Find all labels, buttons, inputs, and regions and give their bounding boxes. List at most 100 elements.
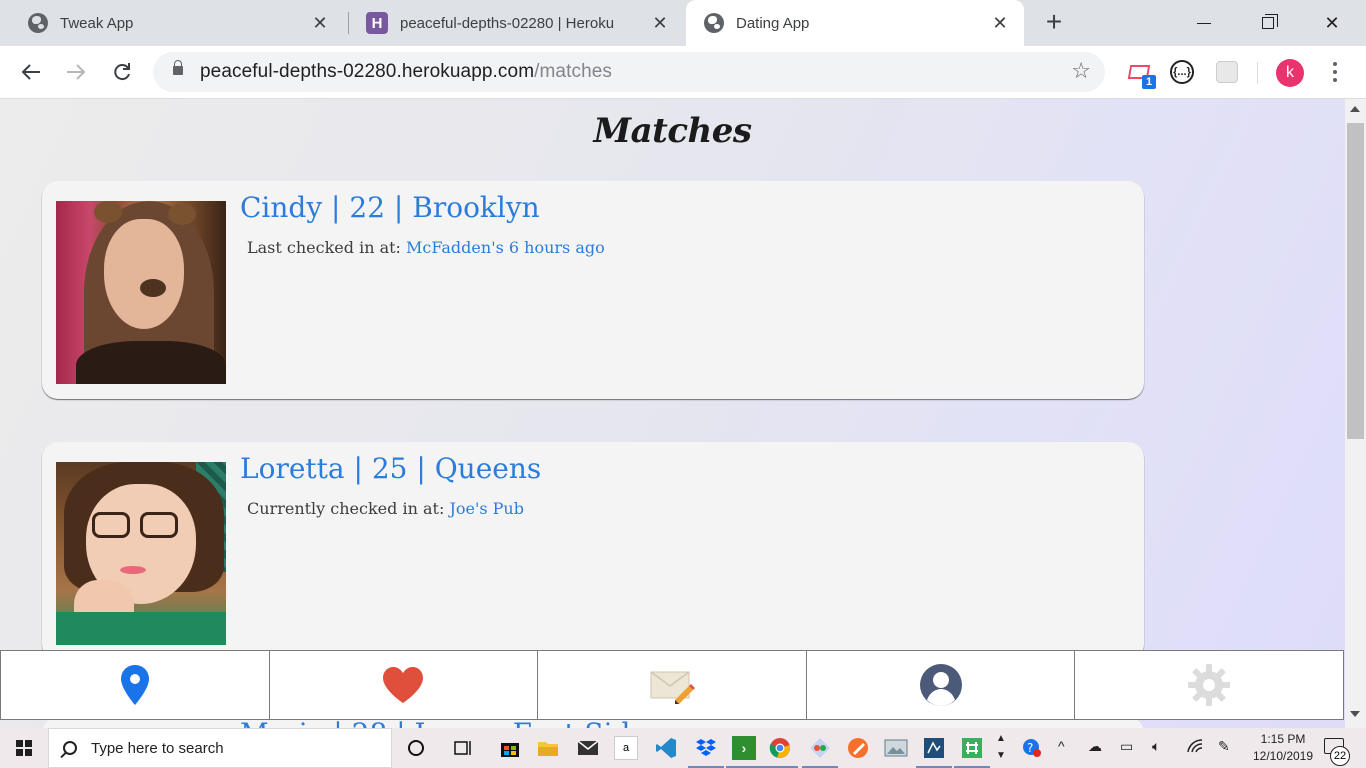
folder-icon	[538, 742, 558, 756]
tab-tweak-app[interactable]: Tweak App ✕	[0, 0, 344, 46]
match-name[interactable]: Cindy | 22 | Brooklyn	[240, 191, 540, 224]
checkin-venue-link[interactable]: McFadden's	[406, 238, 504, 257]
envelope-pencil-icon	[650, 671, 695, 704]
amazon-icon: a	[622, 742, 630, 754]
scrollbar-thumb[interactable]	[1347, 123, 1364, 439]
globe-icon	[704, 13, 724, 33]
close-icon: ✕	[1324, 12, 1340, 33]
bottom-nav	[0, 650, 1344, 720]
taskbar-clock[interactable]: 1:15 PM 12/10/2019	[1248, 731, 1318, 765]
cortana-button[interactable]	[404, 736, 428, 760]
reload-icon	[114, 63, 130, 81]
slack-button[interactable]	[954, 736, 990, 768]
slack-icon	[962, 738, 982, 758]
close-icon[interactable]: ✕	[990, 13, 1010, 33]
wifi-glyph	[1187, 739, 1203, 753]
nav-matches[interactable]	[270, 651, 539, 719]
chrome-menu-button[interactable]	[1324, 60, 1346, 84]
forward-button[interactable]	[62, 58, 90, 86]
nav-messages[interactable]	[538, 651, 807, 719]
close-icon[interactable]: ✕	[310, 13, 330, 33]
back-button[interactable]	[17, 58, 45, 86]
page-scrollbar[interactable]	[1345, 99, 1366, 728]
tab-dating-app[interactable]: Dating App ✕	[686, 0, 1024, 46]
clock-date: 12/10/2019	[1252, 749, 1314, 763]
json-extension-icon: {...}	[1170, 60, 1194, 84]
terminal-button[interactable]: ›	[726, 736, 762, 768]
extension-badge: 1	[1142, 75, 1156, 89]
checkin-venue-link[interactable]: Joe's Pub	[449, 499, 524, 518]
gear-icon	[1188, 664, 1231, 706]
json-extension-button[interactable]: {...}	[1169, 59, 1195, 85]
minimize-icon	[1197, 22, 1211, 24]
tab-heroku[interactable]: H peaceful-depths-02280 | Heroku ✕	[350, 0, 684, 46]
pen-icon[interactable]: ✎	[1218, 738, 1230, 755]
match-card[interactable]: Loretta | 25 | Queens Currently checked …	[42, 442, 1144, 660]
sourcetree-button[interactable]	[802, 736, 838, 768]
help-icon[interactable]: ?	[1022, 738, 1042, 761]
mysql-workbench-button[interactable]	[916, 736, 952, 768]
nav-settings[interactable]	[1075, 651, 1343, 719]
file-explorer-button[interactable]	[536, 736, 560, 760]
tab-title: Dating App	[736, 14, 810, 32]
store-button[interactable]	[498, 736, 522, 760]
vscode-icon	[656, 738, 676, 758]
taskbar-search[interactable]: Type here to search	[48, 728, 392, 768]
profile-avatar[interactable]: k	[1276, 59, 1304, 87]
onedrive-icon[interactable]: ☁	[1088, 738, 1102, 755]
toolbar-separator	[1257, 62, 1258, 84]
close-window-button[interactable]: ✕	[1300, 0, 1364, 46]
match-checkin-status: Currently checked in at: Joe's Pub	[247, 499, 524, 518]
sketch-button[interactable]	[846, 736, 870, 760]
browser-tab-strip: Tweak App ✕ H peaceful-depths-02280 | He…	[0, 0, 1366, 46]
close-icon[interactable]: ✕	[650, 13, 670, 33]
cortana-circle-icon	[408, 740, 424, 756]
new-tab-button[interactable]: +	[1040, 8, 1068, 37]
battery-icon[interactable]: ▭	[1120, 738, 1133, 755]
forward-arrow-icon	[67, 64, 86, 80]
match-name[interactable]: Loretta | 25 | Queens	[240, 452, 541, 485]
restore-button[interactable]	[1236, 0, 1300, 46]
dropbox-icon	[696, 739, 716, 756]
lock-icon	[173, 60, 183, 75]
location-pin-icon	[120, 665, 149, 705]
image-viewer-button[interactable]	[884, 736, 908, 760]
address-bar[interactable]: peaceful-depths-02280.herokuapp.com/matc…	[153, 52, 1105, 92]
vscode-button[interactable]	[654, 736, 678, 760]
match-photo[interactable]	[56, 462, 226, 645]
task-view-icon	[454, 741, 471, 755]
scroll-down-icon[interactable]	[1350, 711, 1360, 717]
show-hidden-icons[interactable]: ^	[1058, 738, 1065, 754]
restore-icon	[1262, 14, 1278, 29]
notification-count: 22	[1330, 746, 1350, 766]
task-view-button[interactable]	[452, 736, 476, 760]
tab-title: Tweak App	[60, 14, 134, 32]
wifi-icon[interactable]	[1186, 738, 1204, 757]
match-checkin-status: Last checked in at: McFadden's 6 hours a…	[247, 238, 605, 257]
bookmark-star-icon[interactable]: ☆	[1071, 58, 1091, 84]
tab-title: peaceful-depths-02280 | Heroku	[400, 14, 615, 32]
checkin-time: 6 hours ago	[503, 238, 605, 257]
volume-icon[interactable]: 🔈︎	[1152, 738, 1160, 755]
git-app-icon	[810, 738, 830, 758]
browser-toolbar: peaceful-depths-02280.herokuapp.com/matc…	[0, 46, 1366, 99]
svg-text:?: ?	[1027, 741, 1033, 755]
dropbox-button[interactable]	[688, 736, 724, 768]
reload-button[interactable]	[108, 58, 136, 86]
extension-icon	[1216, 61, 1238, 83]
nav-profile[interactable]	[807, 651, 1076, 719]
scroll-up-icon[interactable]	[1350, 106, 1360, 112]
gray-extension-button[interactable]	[1214, 59, 1240, 85]
nav-location[interactable]	[1, 651, 270, 719]
minimize-button[interactable]	[1172, 0, 1236, 46]
chrome-button[interactable]	[762, 736, 798, 768]
start-button[interactable]	[0, 728, 48, 768]
url-host: peaceful-depths-02280.herokuapp.com	[200, 61, 535, 82]
tray-scroll-icon[interactable]: ▲ ▼	[996, 730, 1006, 764]
tweak-extension-button[interactable]: 1	[1126, 59, 1156, 89]
match-photo[interactable]	[56, 201, 226, 384]
mail-button[interactable]	[576, 736, 600, 760]
amazon-button[interactable]: a	[614, 736, 638, 760]
search-icon	[63, 741, 77, 755]
match-card[interactable]: Cindy | 22 | Brooklyn Last checked in at…	[42, 181, 1144, 399]
